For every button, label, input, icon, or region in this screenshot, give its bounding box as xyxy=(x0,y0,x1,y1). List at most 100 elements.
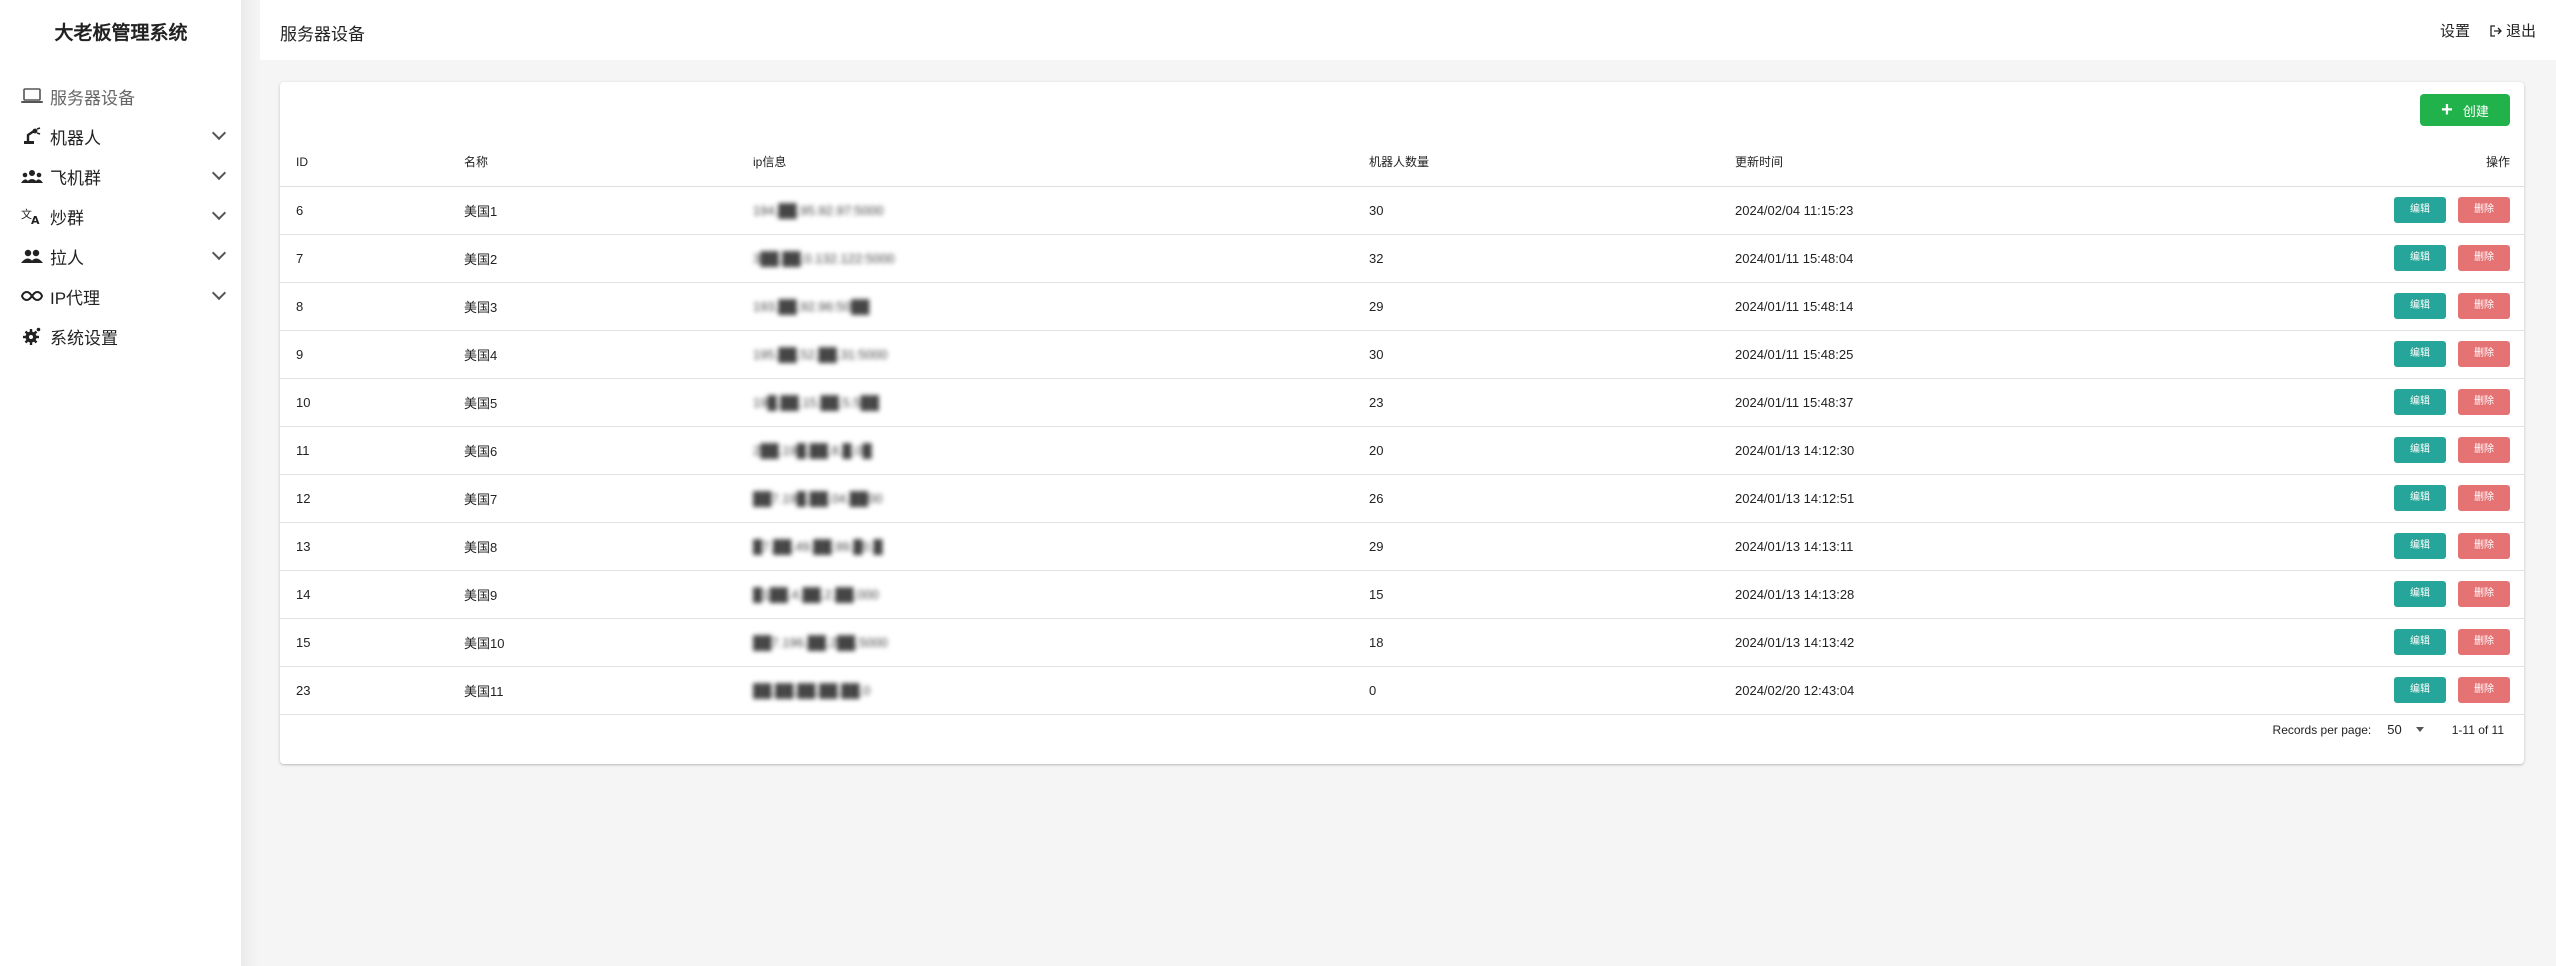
cell-id: 23 xyxy=(280,666,464,715)
logout-icon xyxy=(2490,24,2502,37)
edit-button[interactable]: 编辑 xyxy=(2394,485,2446,511)
records-per-page-label: Records per page: xyxy=(2272,722,2372,737)
cell-id: 14 xyxy=(280,570,464,619)
cell-ip: 3██.██.0.132.122:5000 xyxy=(753,234,1369,283)
column-header-name[interactable]: 名称 xyxy=(464,138,753,187)
infinity-icon xyxy=(20,286,44,306)
delete-button[interactable]: 删除 xyxy=(2458,677,2510,703)
cell-actions: 编辑 删除 xyxy=(2335,666,2524,715)
ip-value: ██7.196.██.2██.5000 xyxy=(753,634,888,650)
cell-updated: 2024/01/13 14:12:30 xyxy=(1735,426,2335,475)
cell-actions: 编辑 删除 xyxy=(2335,186,2524,235)
table-row: 12 美国7 ██7.19█.██.04.██00 26 2024/01/13 14:1… xyxy=(280,474,2524,523)
cell-robot-count: 32 xyxy=(1369,234,1735,283)
edit-button[interactable]: 编辑 xyxy=(2394,533,2446,559)
delete-button[interactable]: 删除 xyxy=(2458,197,2510,223)
ip-value: 193.██.92.96:50██ xyxy=(753,298,870,314)
column-header-id[interactable]: ID xyxy=(280,138,464,187)
delete-button[interactable]: 删除 xyxy=(2458,629,2510,655)
cell-robot-count: 29 xyxy=(1369,522,1735,571)
delete-button[interactable]: 删除 xyxy=(2458,485,2510,511)
delete-button[interactable]: 删除 xyxy=(2458,581,2510,607)
edit-button[interactable]: 编辑 xyxy=(2394,677,2446,703)
delete-button[interactable]: 删除 xyxy=(2458,437,2510,463)
sidebar-item-robots[interactable]: 机器人 xyxy=(0,116,242,156)
cell-name: 美国11 xyxy=(464,666,753,715)
create-button[interactable]: + 创建 xyxy=(2420,94,2510,126)
column-header-updated[interactable]: 更新时间 xyxy=(1735,138,2335,187)
ip-value: 19█.██.15.██.5.5██ xyxy=(753,394,879,410)
table-row: 14 美国9 █1██.4.██.2.██.000 15 2024/01/13 14:1… xyxy=(280,570,2524,619)
edit-button[interactable]: 编辑 xyxy=(2394,581,2446,607)
sidebar-item-ip-proxy[interactable]: IP代理 xyxy=(0,276,242,316)
svg-text:A: A xyxy=(31,214,40,225)
edit-button[interactable]: 编辑 xyxy=(2394,341,2446,367)
table-row: 6 美国1 194.██.95.92.97:5000 30 2024/02/04 11:… xyxy=(280,186,2524,235)
ip-value: ██.██.██.██.██.0 xyxy=(753,682,871,698)
sidebar-item-system-settings[interactable]: 系统设置 xyxy=(0,316,242,356)
translate-icon: 文A xyxy=(20,206,44,226)
create-label: 创建 xyxy=(2462,103,2489,119)
column-header-ip[interactable]: ip信息 xyxy=(753,138,1369,187)
plus-icon: + xyxy=(2441,99,2453,121)
cell-ip: ██.██.██.██.██.0 xyxy=(753,666,1369,715)
cell-name: 美国3 xyxy=(464,282,753,331)
delete-button[interactable]: 删除 xyxy=(2458,533,2510,559)
robot-arm-icon xyxy=(20,126,44,146)
cell-ip: 194.██.95.92.97:5000 xyxy=(753,186,1369,235)
gear-icon xyxy=(20,326,44,346)
column-header-robot-count[interactable]: 机器人数量 xyxy=(1369,138,1735,187)
sidebar-item-hype-groups[interactable]: 文A 炒群 xyxy=(0,196,242,236)
cell-updated: 2024/02/04 11:15:23 xyxy=(1735,186,2335,235)
settings-link[interactable]: 设置 xyxy=(2440,20,2470,41)
edit-button[interactable]: 编辑 xyxy=(2394,437,2446,463)
sidebar-item-server-devices[interactable]: 服务器设备 xyxy=(0,76,242,116)
table-row: 15 美国10 ██7.196.██.2██.5000 18 2024/01/13 14… xyxy=(280,618,2524,667)
cell-ip: 193.██.92.96:50██ xyxy=(753,282,1369,331)
edit-button[interactable]: 编辑 xyxy=(2394,293,2446,319)
cell-robot-count: 18 xyxy=(1369,618,1735,667)
ip-value: 3██.██.0.132.122:5000 xyxy=(753,250,895,266)
edit-button[interactable]: 编辑 xyxy=(2394,389,2446,415)
column-header-actions: 操作 xyxy=(2335,138,2524,187)
sidebar-item-recruit[interactable]: 拉人 xyxy=(0,236,242,276)
cell-updated: 2024/01/11 15:48:25 xyxy=(1735,330,2335,379)
cell-robot-count: 30 xyxy=(1369,186,1735,235)
cell-updated: 2024/01/13 14:13:28 xyxy=(1735,570,2335,619)
delete-button[interactable]: 删除 xyxy=(2458,389,2510,415)
pagination: Records per page: 50 1-11 of 11 xyxy=(2273,722,2504,737)
cell-id: 8 xyxy=(280,282,464,331)
table-row: 11 美国6 2██.19█.██.8.█.0█ 20 2024/01/13 14:12… xyxy=(280,426,2524,475)
cell-actions: 编辑 删除 xyxy=(2335,282,2524,331)
sidebar-item-label: 服务器设备 xyxy=(50,88,135,108)
cell-name: 美国10 xyxy=(464,618,753,667)
edit-button[interactable]: 编辑 xyxy=(2394,245,2446,271)
cell-actions: 编辑 删除 xyxy=(2335,618,2524,667)
server-table-card: + 创建 ID 名称 ip信息 机器人数量 更新时间 操作 6 美国1 194.██… xyxy=(280,82,2524,764)
ip-value: ██7.19█.██.04.██00 xyxy=(753,490,883,506)
records-per-page-select[interactable]: 50 xyxy=(2387,722,2424,737)
cell-id: 10 xyxy=(280,378,464,427)
sidebar-item-airplane-groups[interactable]: 飞机群 xyxy=(0,156,242,196)
delete-button[interactable]: 删除 xyxy=(2458,293,2510,319)
cell-actions: 编辑 删除 xyxy=(2335,474,2524,523)
cell-id: 7 xyxy=(280,234,464,283)
delete-button[interactable]: 删除 xyxy=(2458,341,2510,367)
cell-ip: 195.██.52.██.31:5000 xyxy=(753,330,1369,379)
delete-button[interactable]: 删除 xyxy=(2458,245,2510,271)
cell-robot-count: 29 xyxy=(1369,282,1735,331)
cell-ip: █7.██.49.██.99.█0.█ xyxy=(753,522,1369,571)
records-per-page-value: 50 xyxy=(2387,722,2402,737)
edit-button[interactable]: 编辑 xyxy=(2394,629,2446,655)
chevron-down-icon xyxy=(211,285,227,301)
sidebar: 大老板管理系统 服务器设备 机器人 飞机群 文A 炒群 拉人 IP代理 系统设置 xyxy=(0,0,259,966)
cell-updated: 2024/01/11 15:48:37 xyxy=(1735,378,2335,427)
cell-ip: 19█.██.15.██.5.5██ xyxy=(753,378,1369,427)
logout-link[interactable]: 退出 xyxy=(2490,20,2536,41)
cell-robot-count: 15 xyxy=(1369,570,1735,619)
cell-actions: 编辑 删除 xyxy=(2335,570,2524,619)
ip-value: 2██.19█.██.8.█.0█ xyxy=(753,442,872,458)
cell-name: 美国9 xyxy=(464,570,753,619)
edit-button[interactable]: 编辑 xyxy=(2394,197,2446,223)
ip-value: 194.██.95.92.97:5000 xyxy=(753,202,884,218)
